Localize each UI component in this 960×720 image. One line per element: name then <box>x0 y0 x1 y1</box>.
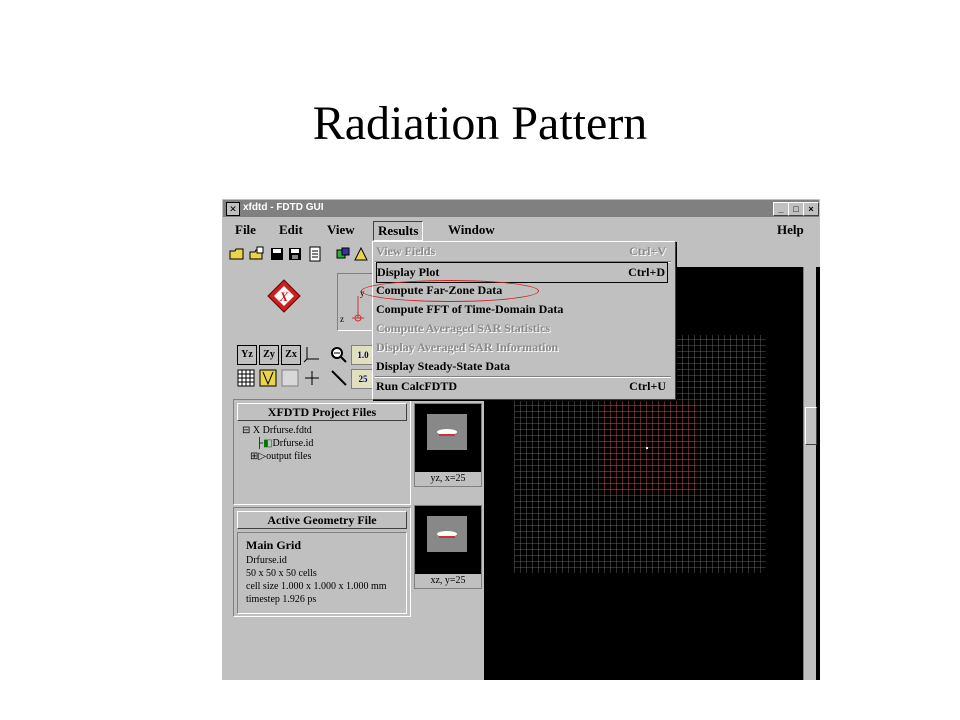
view-zx-button[interactable]: Zx <box>281 345 301 365</box>
title-bar: ✕ xfdtd - FDTD GUI _ □ × <box>223 200 819 217</box>
open-multiple-icon[interactable] <box>249 246 265 262</box>
tree-item-output-label: output files <box>266 451 312 462</box>
menu-item-display-plot-shortcut: Ctrl+D <box>628 265 665 279</box>
scrollbar-thumb[interactable] <box>805 407 817 445</box>
menu-item-view-fields-shortcut: Ctrl+V <box>629 244 666 258</box>
tree-item-fdtd[interactable]: ⊟ X Drfurse.fdtd <box>242 424 313 437</box>
project-tree: ⊟ X Drfurse.fdtd ├◧Drfurse.id ⊞▷output f… <box>242 424 313 463</box>
geometry-line-2: 50 x 50 x 50 cells <box>246 568 317 579</box>
menu-item-display-sar[interactable]: Display Averaged SAR Information <box>376 338 668 357</box>
tree-item-geometry-label: Drfurse.id <box>272 438 314 449</box>
menu-item-run-calcfdtd-label: Run CalcFDTD <box>376 379 458 393</box>
tree-item-output[interactable]: ⊞▷output files <box>242 450 313 463</box>
menu-file[interactable]: File <box>231 221 260 239</box>
thumbnail-xz-label: xz, y=25 <box>415 574 481 588</box>
project-files-panel: XFDTD Project Files ⊟ X Drfurse.fdtd ├◧D… <box>233 399 411 505</box>
slice-icon[interactable] <box>329 369 349 387</box>
svg-text:X: X <box>279 289 289 304</box>
document-icon[interactable] <box>307 246 323 262</box>
thumbnail-xz-image <box>427 516 467 552</box>
menu-item-display-plot-label: Display Plot <box>377 265 440 279</box>
open-folder-icon[interactable] <box>229 246 245 262</box>
close-button[interactable]: × <box>803 202 819 216</box>
menu-window[interactable]: Window <box>444 221 499 239</box>
geometry-info-box: Main Grid Drfurse.id 50 x 50 x 50 cells … <box>237 532 407 614</box>
menu-item-run-calcfdtd-shortcut: Ctrl+U <box>629 379 666 393</box>
save-icon[interactable] <box>269 246 285 262</box>
mesh-tool-icon[interactable] <box>259 369 277 387</box>
results-menu: View Fields Ctrl+V Display Plot Ctrl+D C… <box>361 241 676 400</box>
menu-item-display-steady-state[interactable]: Display Steady-State Data <box>376 357 668 376</box>
zoom-icon[interactable] <box>329 345 349 363</box>
thumbnail-yz-label: yz, x=25 <box>415 472 481 486</box>
thumbnail-yz-image <box>427 414 467 450</box>
geometry-line-3: cell size 1.000 x 1.000 x 1.000 mm <box>246 581 387 592</box>
mesh-icon[interactable] <box>353 246 369 262</box>
menu-item-compute-fft-label: Compute FFT of Time-Domain Data <box>376 302 564 316</box>
axes-3d-icon[interactable] <box>303 345 321 363</box>
menu-item-compute-fft[interactable]: Compute FFT of Time-Domain Data <box>376 300 668 319</box>
menu-view[interactable]: View <box>323 221 359 239</box>
app-icon: ✕ <box>226 202 240 216</box>
project-files-header: XFDTD Project Files <box>237 403 407 421</box>
slide-title: Radiation Pattern <box>312 97 648 150</box>
menu-item-compute-sar[interactable]: Compute Averaged SAR Statistics <box>376 319 668 338</box>
maximize-button[interactable]: □ <box>788 202 804 216</box>
view-zy-button[interactable]: Zy <box>259 345 279 365</box>
menu-item-compute-sar-label: Compute Averaged SAR Statistics <box>376 321 551 335</box>
view-yz-button[interactable]: Yz <box>237 345 257 365</box>
menu-item-view-fields-label: View Fields <box>376 244 436 258</box>
save-as-icon[interactable] <box>287 246 303 262</box>
menu-item-display-sar-label: Display Averaged SAR Information <box>376 340 559 354</box>
thumbnail-xz[interactable]: xz, y=25 <box>414 505 482 589</box>
geometry-icon[interactable] <box>335 246 351 262</box>
highlight-ellipse <box>361 280 539 302</box>
tree-item-geometry[interactable]: ├◧Drfurse.id <box>242 437 313 450</box>
source-point <box>646 447 648 449</box>
view-thumbnails: yz, x=25 xz, y=25 <box>413 399 482 680</box>
crosshair-icon[interactable] <box>303 369 321 387</box>
menu-edit[interactable]: Edit <box>275 221 307 239</box>
geometry-line-4: timestep 1.926 ps <box>246 594 317 605</box>
tree-item-fdtd-label: X Drfurse.fdtd <box>252 425 312 436</box>
geometry-header: Active Geometry File <box>237 511 407 529</box>
window-title: xfdtd - FDTD GUI <box>243 202 324 213</box>
minimize-button[interactable]: _ <box>773 202 789 216</box>
grid-icon[interactable] <box>237 369 255 387</box>
menu-help[interactable]: Help <box>773 221 808 239</box>
geometry-panel: Active Geometry File Main Grid Drfurse.i… <box>233 507 411 617</box>
menu-bar: File Edit View Results Window Help <box>223 219 819 241</box>
vertical-scrollbar[interactable] <box>803 267 817 680</box>
menu-item-view-fields[interactable]: View Fields Ctrl+V <box>376 242 668 261</box>
geometry-title: Main Grid <box>246 538 302 552</box>
menu-item-display-steady-state-label: Display Steady-State Data <box>376 359 510 373</box>
xfdtd-window: ✕ xfdtd - FDTD GUI _ □ × File Edit View … <box>222 199 820 680</box>
xfdtd-logo-icon: X <box>267 279 301 313</box>
blank-tool-icon[interactable] <box>281 369 299 387</box>
thumbnail-yz[interactable]: yz, x=25 <box>414 403 482 487</box>
menu-item-run-calcfdtd[interactable]: Run CalcFDTD Ctrl+U <box>376 377 668 396</box>
menu-results[interactable]: Results <box>373 221 424 241</box>
geometry-line-1: Drfurse.id <box>246 555 287 566</box>
geometry-file-icon: ◧ <box>263 438 273 449</box>
